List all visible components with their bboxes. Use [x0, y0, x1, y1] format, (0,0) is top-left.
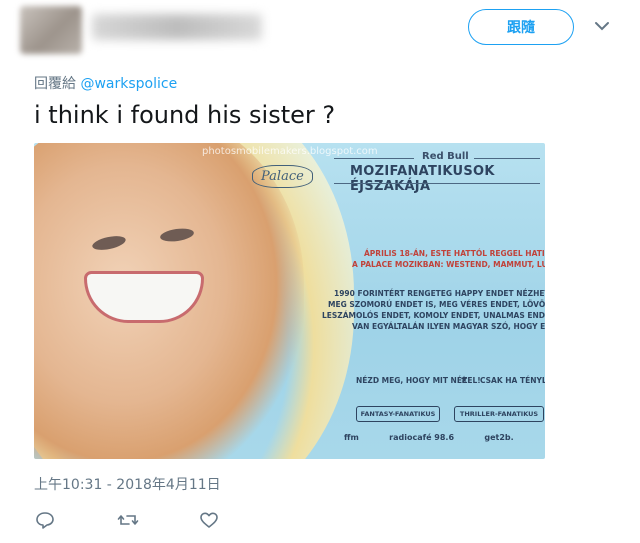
palace-logo: Palace	[252, 165, 313, 188]
poster-body-line: VAN EGYÁLTALÁN ILYEN MAGYAR SZÓ, HOGY EN…	[352, 322, 545, 331]
divider	[334, 183, 540, 184]
blurred-user-name[interactable]	[92, 14, 262, 40]
avatar[interactable]	[20, 6, 82, 54]
tweet-image[interactable]: photosmobilemakers.blogspot.com Palace R…	[34, 143, 545, 459]
redbull-logo: Red Bull	[422, 151, 469, 162]
reply-to-line: 回覆給 @warkspolice	[34, 73, 177, 93]
tweet-text: i think i found his sister ?	[34, 101, 336, 129]
sponsor-logo: radiocafé 98.6	[389, 433, 455, 442]
follow-button[interactable]: 跟隨	[468, 9, 574, 45]
star-icon: ★	[460, 375, 469, 385]
like-icon[interactable]	[198, 509, 220, 531]
retweet-icon[interactable]	[117, 509, 139, 531]
divider	[334, 158, 414, 159]
poster-venue-line: A PALACE MOZIKBAN: WESTEND, MAMMUT, LURD…	[352, 260, 545, 269]
fantasy-category-button: FANTASY-FANATIKUS	[356, 406, 440, 422]
divider	[474, 158, 540, 159]
chevron-down-icon[interactable]	[594, 18, 610, 34]
poster-body-line: 1990 FORINTÉRT RENGETEG HAPPY ENDET NÉZH…	[334, 289, 545, 298]
poster-date-line: ÁPRILIS 18-ÁN, ESTE HATTÓL REGGEL HATIG	[364, 249, 545, 258]
sponsor-logo: get2b.	[484, 433, 514, 442]
watermark: photosmobilemakers.blogspot.com	[202, 146, 378, 157]
reply-prefix: 回覆給	[34, 76, 76, 92]
poster-body-line: MEG SZOMORÚ ENDET IS, MEG VÉRES ENDET, L…	[328, 300, 545, 309]
sponsor-logo: ffm	[344, 433, 359, 442]
thriller-category-button: THRILLER-FANATIKUS	[454, 406, 544, 422]
tweet-header: 跟隨	[0, 0, 640, 62]
slogan-right: CSAK HA TÉNYLEG ...	[480, 376, 545, 385]
poster-body-line: LESZÁMOLÓS ENDET, KOMOLY ENDET, UNALMAS …	[322, 311, 545, 320]
tweet-timestamp[interactable]: 上午10:31 - 2018年4月11日	[34, 474, 221, 494]
reply-handle-link[interactable]: @warkspolice	[80, 76, 177, 92]
poster-title: MOZIFANATIKUSOK ÉJSZAKÁJA	[350, 164, 495, 194]
sponsor-logos: ffm radiocafé 98.6 get2b.	[344, 433, 544, 442]
reply-icon[interactable]	[34, 509, 56, 531]
